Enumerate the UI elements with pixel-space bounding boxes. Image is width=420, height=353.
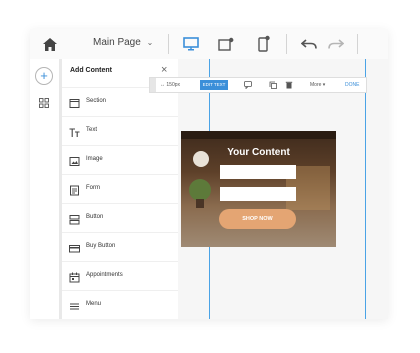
image-icon <box>69 154 80 166</box>
desktop-view-icon[interactable] <box>182 35 200 52</box>
content-item-label: Appointments <box>86 272 123 278</box>
content-item-buy-button[interactable]: Buy Button <box>62 232 180 261</box>
content-item-label: Section <box>86 98 107 104</box>
content-item-label: Buy Button <box>86 243 116 249</box>
page-selector-label: Main Page <box>93 37 141 48</box>
drag-handle[interactable] <box>150 78 156 92</box>
add-content-panel: Add Content × Section Text Image Form Bu… <box>60 59 181 319</box>
delete-icon[interactable] <box>285 81 293 89</box>
content-item-text[interactable]: Text <box>62 116 180 145</box>
toolbar-divider <box>286 34 287 54</box>
toolbar-divider <box>357 34 358 54</box>
redo-icon[interactable] <box>327 37 345 51</box>
duplicate-icon[interactable] <box>269 81 277 89</box>
ceiling-decor <box>181 131 336 139</box>
content-item-image[interactable]: Image <box>62 145 180 174</box>
calendar-icon <box>69 270 80 283</box>
content-item-form[interactable]: Form <box>62 174 180 203</box>
comment-icon[interactable] <box>244 81 252 90</box>
button-icon <box>69 212 80 225</box>
close-icon[interactable]: × <box>161 64 167 76</box>
page-selector[interactable]: Main Page ⌄ <box>93 37 153 48</box>
potted-plant-image <box>189 179 211 201</box>
mobile-view-icon[interactable] <box>257 34 271 53</box>
plant-pot-image <box>196 199 204 208</box>
text-icon <box>69 125 80 137</box>
width-readout: ↔ 150px <box>160 82 181 88</box>
form-icon <box>69 183 80 196</box>
buy-button-icon <box>69 241 80 253</box>
content-item-label: Text <box>86 127 98 133</box>
hero-title[interactable]: Your Content <box>181 147 336 158</box>
layout-guide-right <box>365 59 366 319</box>
pages-grid-icon[interactable] <box>39 95 49 108</box>
undo-icon[interactable] <box>300 37 318 51</box>
done-button[interactable]: DONE <box>345 82 359 88</box>
tablet-view-icon[interactable] <box>217 35 235 52</box>
menu-icon <box>69 299 80 310</box>
hero-section[interactable]: Your Content SHOP NOW <box>181 131 336 247</box>
content-item-appointments[interactable]: Appointments <box>62 261 180 290</box>
chevron-down-icon: ▾ <box>322 82 326 88</box>
home-icon[interactable] <box>42 36 58 52</box>
hero-text-field[interactable] <box>220 165 296 179</box>
shop-now-button[interactable]: SHOP NOW <box>219 209 296 229</box>
content-item-label: Image <box>86 156 103 162</box>
content-item-label: Button <box>86 214 104 220</box>
chevron-down-icon: ⌄ <box>146 38 154 47</box>
left-icon-rail: + <box>30 59 60 319</box>
element-toolbar: ↔ 150px EDIT TEXT More ▾ DONE <box>149 77 367 93</box>
content-item-button[interactable]: Button <box>62 203 180 232</box>
content-item-menu[interactable]: Menu <box>62 290 180 319</box>
toolbar-divider <box>168 34 169 54</box>
add-content-icon[interactable]: + <box>35 67 53 85</box>
section-icon <box>69 96 80 108</box>
edit-text-button[interactable]: EDIT TEXT <box>200 80 228 90</box>
content-item-label: Form <box>86 185 100 191</box>
more-label: More <box>310 82 322 88</box>
hero-text-field[interactable] <box>220 187 296 201</box>
content-item-label: Menu <box>86 301 102 307</box>
panel-title: Add Content <box>70 67 112 74</box>
top-toolbar: Main Page ⌄ <box>30 29 388 60</box>
more-dropdown[interactable]: More ▾ <box>310 82 325 88</box>
